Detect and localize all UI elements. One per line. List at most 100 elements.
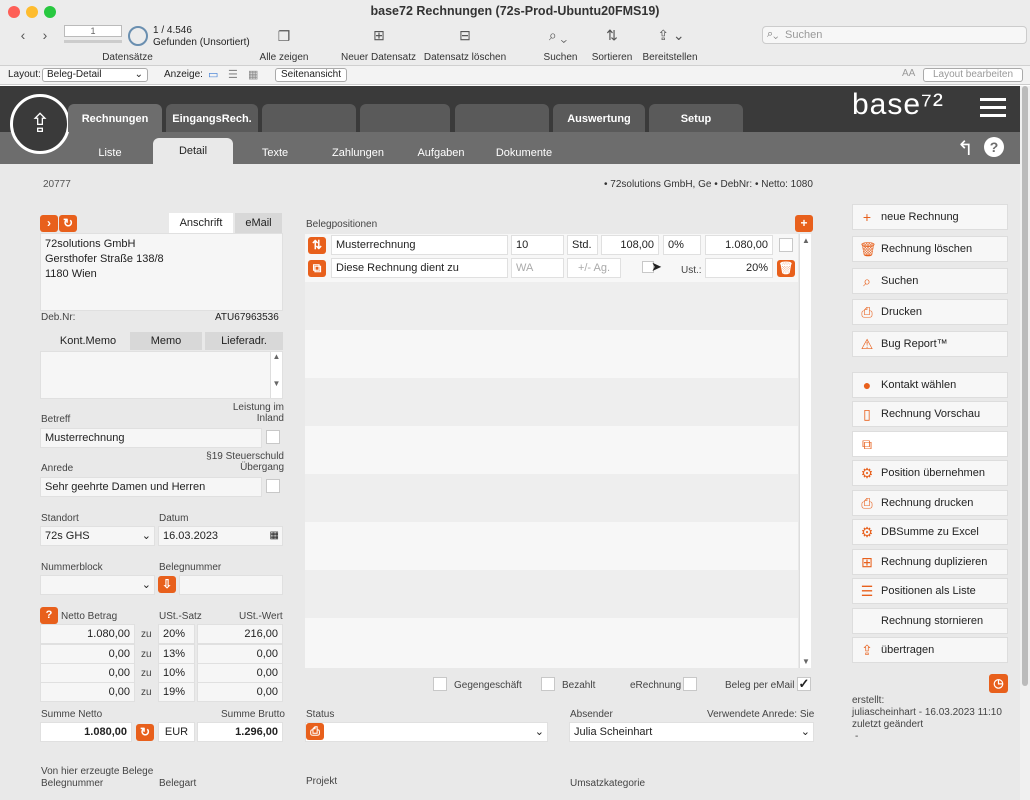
show-all-button[interactable]: Alle zeigen <box>250 52 318 63</box>
bug-report-button[interactable]: ⚠ Bug Report™ <box>852 331 1008 357</box>
upload-icon[interactable]: ⇪ <box>10 94 70 154</box>
position-checkbox[interactable] <box>779 238 793 252</box>
memo-textarea[interactable]: ▲ ▼ <box>40 351 283 399</box>
print-button[interactable]: ⎙ Drucken <box>852 299 1008 325</box>
goto-contact-button[interactable]: › <box>40 215 58 232</box>
belegnummer-field[interactable] <box>179 575 283 595</box>
subtab-liste[interactable]: Liste <box>76 142 144 164</box>
nummernblock-select[interactable]: ⌄ <box>40 575 155 595</box>
clock-icon[interactable]: ◷ <box>989 674 1008 693</box>
position-wa-field[interactable]: WA <box>511 258 564 278</box>
beleg-email-checkbox[interactable]: ✓ <box>797 677 811 691</box>
back-arrow-icon[interactable]: ‹ <box>16 27 30 43</box>
betreff-field[interactable]: Musterrechnung <box>40 428 262 448</box>
scroll-down-icon[interactable]: ▼ <box>800 657 812 666</box>
dbsumme-excel-button[interactable]: ⚙ DBSumme zu Excel <box>852 519 1008 545</box>
transfer-button[interactable]: ⇪ übertragen <box>852 637 1008 663</box>
netto-13[interactable]: 0,00 <box>40 644 135 664</box>
netto-10[interactable]: 0,00 <box>40 663 135 683</box>
cancel-invoice-button[interactable]: Rechnung stornieren <box>852 608 1008 634</box>
steuer-checkbox[interactable] <box>266 479 280 493</box>
refresh-address-button[interactable]: ↻ <box>59 215 77 232</box>
position-unit-field[interactable]: Std. <box>567 235 598 255</box>
new-invoice-button[interactable]: + neue Rechnung <box>852 204 1008 230</box>
apply-position-button[interactable]: ⚙ Position übernehmen <box>852 460 1008 486</box>
share-button[interactable]: Bereitstellen <box>638 52 702 63</box>
tab-memo[interactable]: Memo <box>130 332 202 350</box>
record-number-input[interactable]: 1 <box>64 25 122 37</box>
delete-invoice-button[interactable]: 🗑 Rechnung löschen <box>852 236 1008 262</box>
duplicate-invoice-button[interactable]: ⊞ Rechnung duplizieren <box>852 549 1008 575</box>
position-qty-field[interactable]: 10 <box>511 235 564 255</box>
copy-button[interactable]: ⧉ <box>852 431 1008 457</box>
tab-setup[interactable]: Setup <box>649 104 743 132</box>
scroll-up-icon[interactable]: ▲ <box>800 236 812 245</box>
printer-icon[interactable]: ⎙ <box>306 723 324 740</box>
list-view-icon[interactable]: ☰ <box>228 68 238 81</box>
erechnung-checkbox[interactable] <box>683 677 697 691</box>
invoice-preview-button[interactable]: ▯ Rechnung Vorschau <box>852 401 1008 427</box>
calendar-icon[interactable]: ▦ <box>270 527 279 545</box>
copy-icon[interactable]: ⧉ <box>308 260 326 277</box>
window-scrollbar[interactable] <box>1020 86 1030 800</box>
tab-lieferadr[interactable]: Lieferadr. <box>205 332 283 350</box>
datum-field[interactable]: 16.03.2023 ▦ <box>158 526 283 546</box>
position-discount-field[interactable]: 0% <box>663 235 701 255</box>
tab-auswertung[interactable]: Auswertung <box>553 104 645 132</box>
tab-rechnungen[interactable]: Rechnungen <box>68 104 162 132</box>
sort-icon[interactable]: ⇅ <box>602 27 622 44</box>
subtab-detail[interactable]: Detail <box>153 138 233 164</box>
search-toolbar-button[interactable]: Suchen <box>538 52 583 63</box>
show-all-icon[interactable]: ❐ <box>274 28 294 45</box>
netto-20[interactable]: 1.080,00 <box>40 624 135 644</box>
absender-select[interactable]: Julia Scheinhart ⌄ <box>569 722 814 742</box>
search-button[interactable]: ⌕ Suchen <box>852 268 1008 294</box>
tab-empty-3[interactable] <box>455 104 549 132</box>
new-record-button[interactable]: Neuer Datensatz <box>336 52 421 63</box>
hamburger-menu-icon[interactable] <box>980 96 1006 118</box>
new-record-icon[interactable]: ⊞ <box>369 27 389 44</box>
position-ust-field[interactable]: 20% <box>705 258 773 278</box>
edit-layout-button[interactable]: Layout bearbeiten <box>923 68 1023 82</box>
forward-arrow-icon[interactable]: › <box>38 27 52 43</box>
scrollbar-thumb[interactable] <box>1022 86 1028 686</box>
sort-button[interactable]: Sortieren <box>586 52 638 63</box>
print-invoice-button[interactable]: ⎙ Rechnung drucken <box>852 490 1008 516</box>
position-total-field[interactable]: 1.080,00 <box>705 235 773 255</box>
gegengeschaeft-checkbox[interactable] <box>433 677 447 691</box>
tab-eingangsrech[interactable]: EingangsRech. <box>166 104 258 132</box>
back-arrow-up-icon[interactable]: ↰ <box>957 136 974 161</box>
choose-contact-button[interactable]: ● Kontakt wählen <box>852 372 1008 398</box>
help-icon[interactable]: ? <box>984 137 1004 157</box>
tab-kont-memo[interactable]: Kont.Memo <box>48 332 128 350</box>
netto-19[interactable]: 0,00 <box>40 682 135 702</box>
table-view-icon[interactable]: ▦ <box>248 68 258 81</box>
positions-scrollbar[interactable]: ▲ ▼ <box>799 234 811 668</box>
memo-scrollbar[interactable]: ▲ ▼ <box>270 352 282 398</box>
generate-number-icon[interactable]: ⇩ <box>158 576 176 593</box>
position-desc-field[interactable]: Diese Rechnung dient zu <box>331 258 508 278</box>
status-select[interactable]: ⌄ <box>305 722 548 742</box>
bezahlt-checkbox[interactable] <box>541 677 555 691</box>
add-position-button[interactable]: + <box>795 215 813 232</box>
search-icon[interactable]: ⌕ ⌄ <box>543 27 573 44</box>
positions-list-button[interactable]: ☰ Positionen als Liste <box>852 578 1008 604</box>
delete-record-icon[interactable]: ⊟ <box>455 27 475 44</box>
page-view-button[interactable]: Seitenansicht <box>275 68 347 82</box>
reorder-icon[interactable]: ⇅ <box>308 237 326 254</box>
layout-select[interactable]: Beleg-Detail ⌄ <box>42 68 148 82</box>
subtab-texte[interactable]: Texte <box>240 142 310 164</box>
trash-icon[interactable]: 🗑 <box>777 260 795 277</box>
position-price-field[interactable]: 108,00 <box>601 235 659 255</box>
subtab-dokumente[interactable]: Dokumente <box>485 142 563 164</box>
record-slider[interactable] <box>64 40 122 43</box>
currency-value[interactable]: EUR <box>158 722 195 742</box>
subtab-aufgaben[interactable]: Aufgaben <box>405 142 477 164</box>
search-field[interactable]: ⌕⌄ Suchen <box>762 26 1027 44</box>
anrede-field[interactable]: Sehr geehrte Damen und Herren <box>40 477 262 497</box>
tab-empty-2[interactable] <box>360 104 450 132</box>
tab-email[interactable]: eMail <box>235 213 282 233</box>
standort-select[interactable]: 72s GHS ⌄ <box>40 526 155 546</box>
subtab-zahlungen[interactable]: Zahlungen <box>320 142 396 164</box>
form-view-icon[interactable]: ▭ <box>208 68 218 81</box>
